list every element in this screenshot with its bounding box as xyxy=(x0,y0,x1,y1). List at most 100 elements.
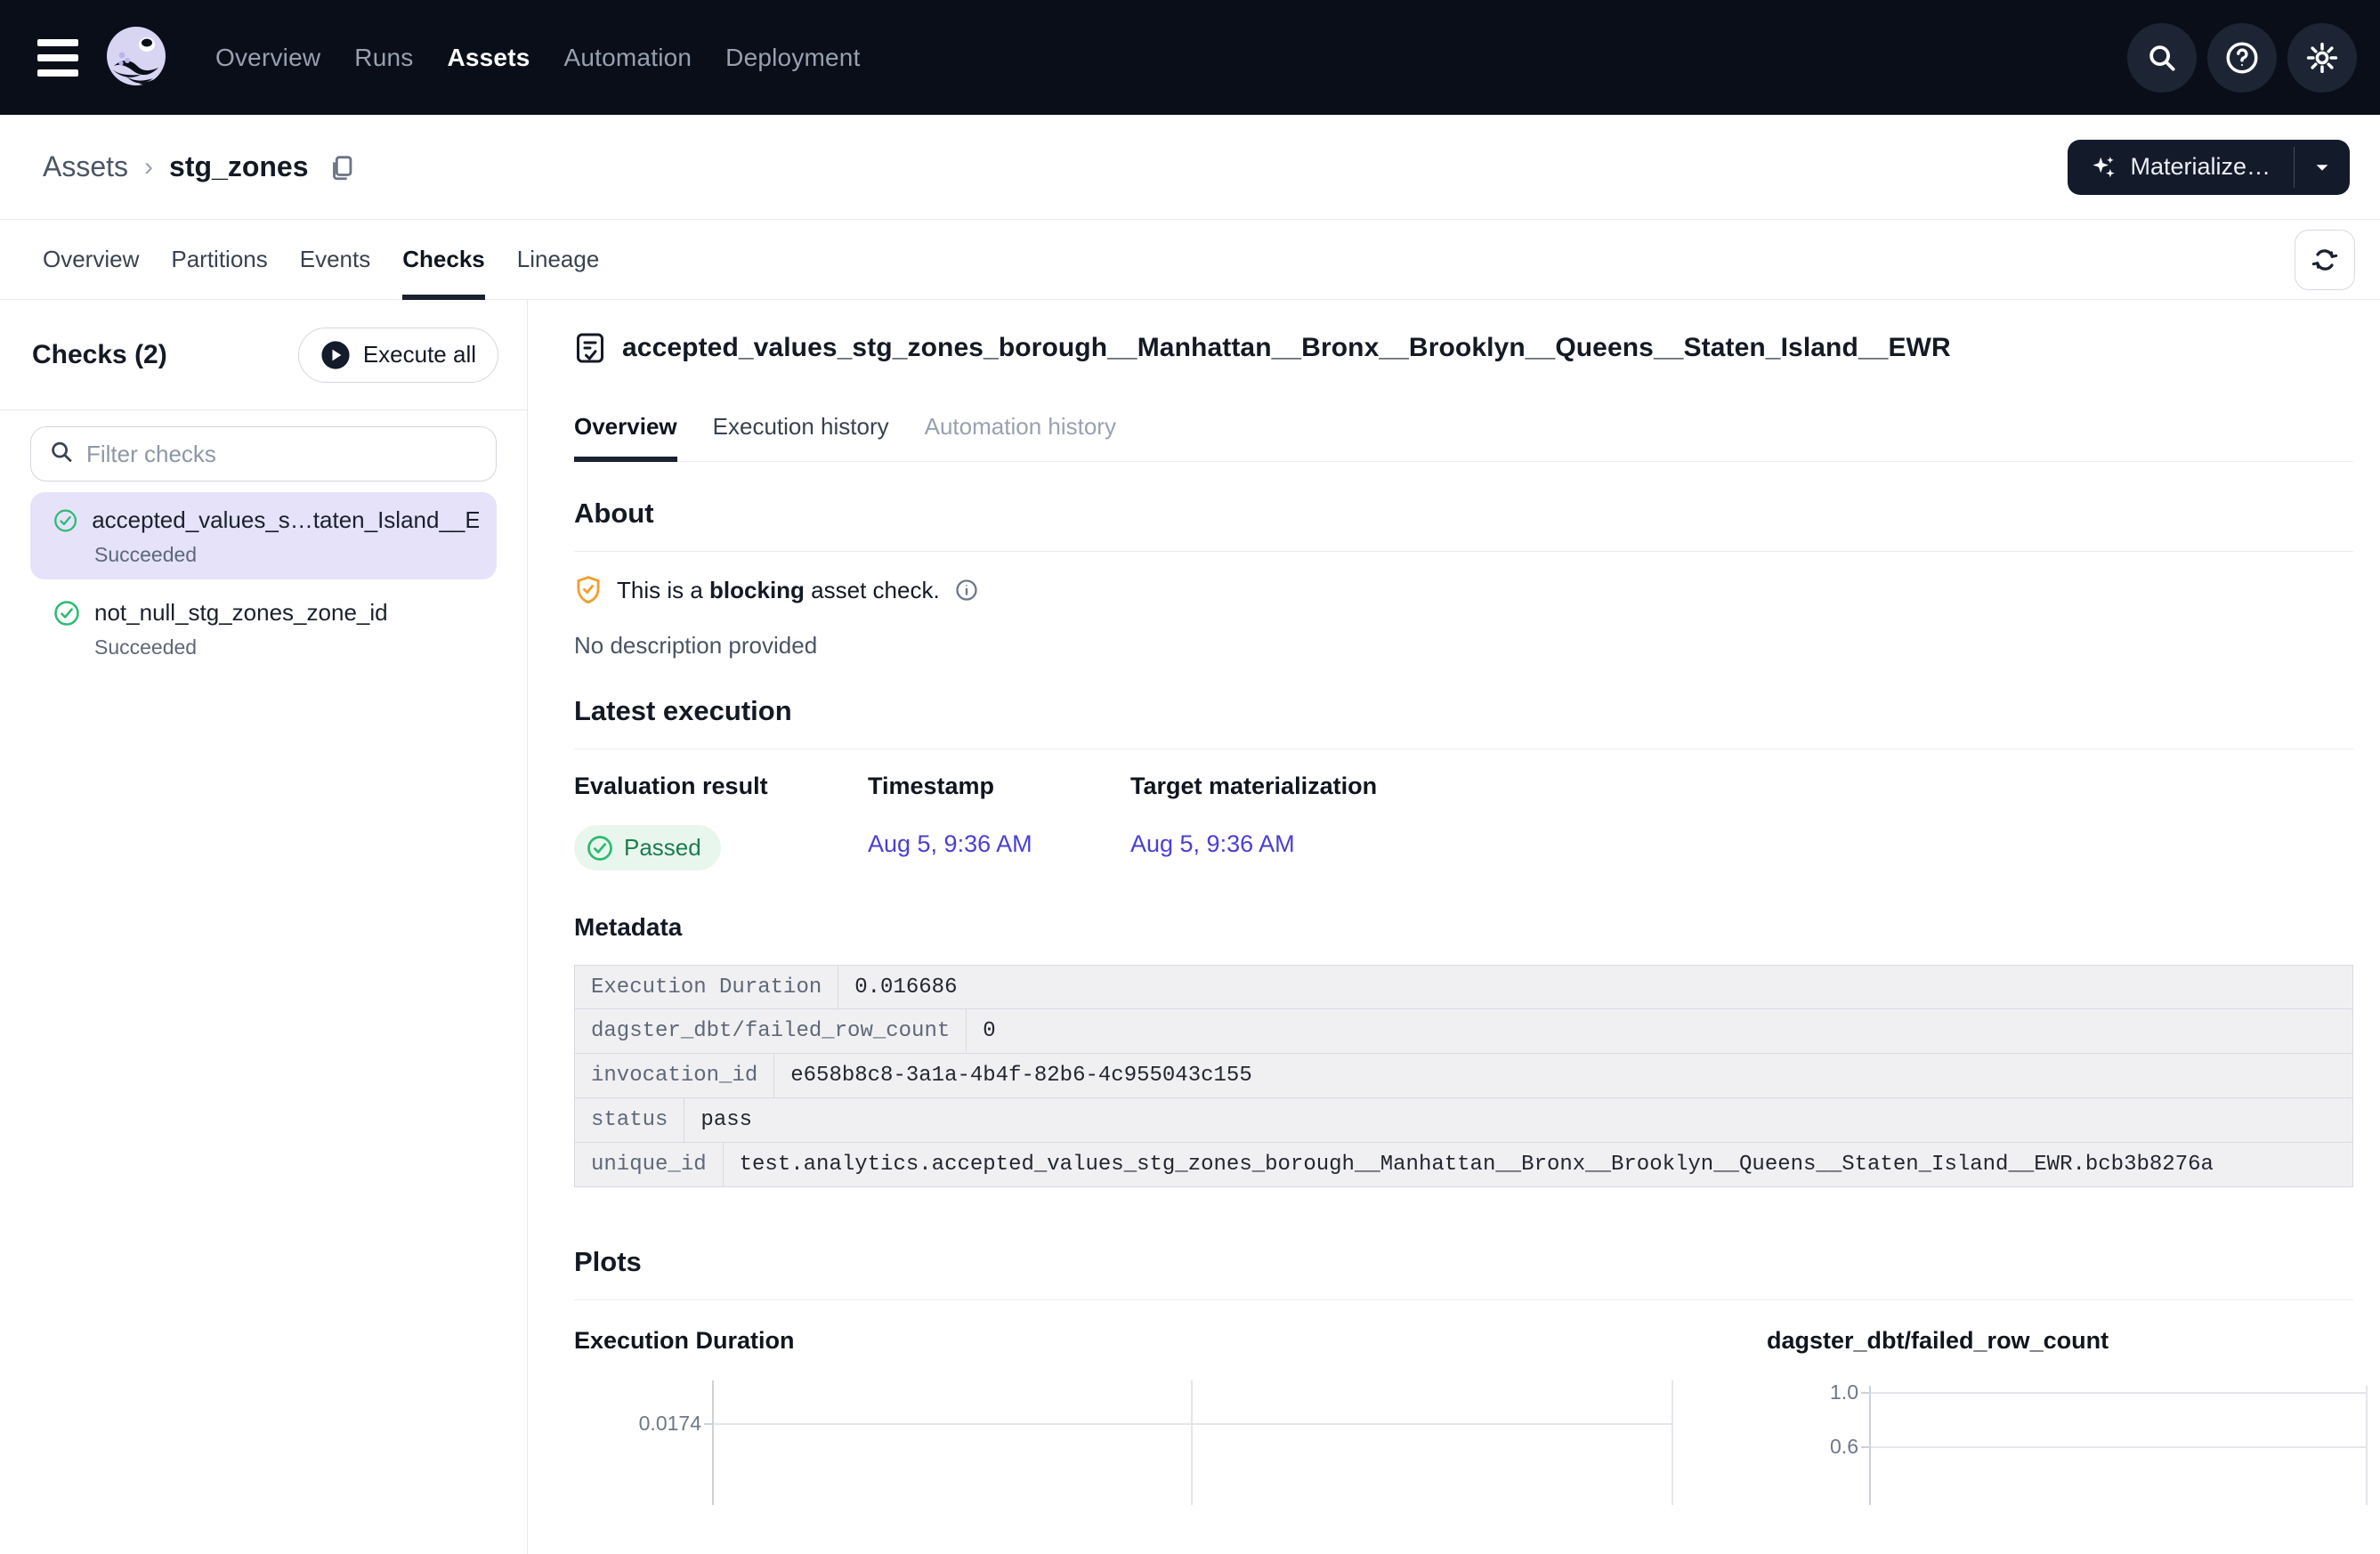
divider xyxy=(574,551,2353,552)
metadata-table: Execution Duration 0.016686 dagster_dbt/… xyxy=(574,965,2353,1187)
top-nav: Overview Runs Assets Automation Deployme… xyxy=(0,0,2380,115)
latest-execution-heading: Latest execution xyxy=(574,695,2353,727)
asset-check-icon xyxy=(574,330,606,366)
breadcrumb-assets-link[interactable]: Assets xyxy=(43,150,128,183)
breadcrumb: Assets › stg_zones xyxy=(43,150,357,183)
primary-nav: Overview Runs Assets Automation Deployme… xyxy=(215,44,861,72)
tab-overview[interactable]: Overview xyxy=(43,220,139,299)
y-tick-label: 0.6 xyxy=(1778,1435,1858,1459)
tab-check-overview[interactable]: Overview xyxy=(574,393,677,461)
gridline xyxy=(1191,1380,1193,1505)
col-evaluation-result: Evaluation result xyxy=(574,773,868,800)
table-row: unique_id test.analytics.accepted_values… xyxy=(574,1143,2353,1187)
check-name: accepted_values_s…taten_Island__EWR xyxy=(92,506,479,534)
check-list-item[interactable]: accepted_values_s…taten_Island__EWR Succ… xyxy=(30,492,497,579)
checks-count-heading: Checks (2) xyxy=(32,340,167,370)
y-tick-label: 0.0174 xyxy=(621,1412,701,1436)
table-row: Execution Duration 0.016686 xyxy=(574,965,2353,1009)
table-row: status pass xyxy=(574,1098,2353,1143)
chart-title-execution-duration: Execution Duration xyxy=(574,1327,795,1355)
play-circle-icon xyxy=(320,340,351,370)
asset-tabs-row: Overview Partitions Events Checks Lineag… xyxy=(0,220,2380,300)
y-tick-mark xyxy=(1861,1392,1870,1394)
materialize-label: Materialize… xyxy=(2130,153,2271,181)
y-tick-mark xyxy=(704,1423,713,1425)
check-status: Succeeded xyxy=(94,635,479,660)
check-detail-title: accepted_values_stg_zones_borough__Manha… xyxy=(622,333,1951,363)
nav-item-runs[interactable]: Runs xyxy=(354,44,413,72)
check-detail-panel: accepted_values_stg_zones_borough__Manha… xyxy=(528,300,2380,1554)
check-circle-icon xyxy=(53,600,80,627)
tab-automation-history[interactable]: Automation history xyxy=(925,393,1116,461)
timestamp-link[interactable]: Aug 5, 9:36 AM xyxy=(868,830,1032,858)
y-tick-label: 1.0 xyxy=(1778,1380,1858,1404)
passed-badge: Passed xyxy=(574,825,721,870)
gridline xyxy=(1871,1446,2366,1448)
tab-events[interactable]: Events xyxy=(300,220,371,299)
gridline xyxy=(714,1423,1672,1425)
metadata-key: unique_id xyxy=(575,1143,724,1186)
col-target-materialization: Target materialization xyxy=(1130,773,1377,800)
about-heading: About xyxy=(574,498,2353,530)
table-row: dagster_dbt/failed_row_count 0 xyxy=(574,1009,2353,1054)
metadata-value: 0.016686 xyxy=(838,966,2352,1008)
plots-area: Execution Duration 0.0174 dagster_dbt/fa… xyxy=(574,1327,2353,1478)
target-materialization-link[interactable]: Aug 5, 9:36 AM xyxy=(1130,830,1295,858)
menu-icon[interactable] xyxy=(37,35,84,81)
help-icon[interactable] xyxy=(2207,23,2277,93)
metadata-value: 0 xyxy=(967,1009,2352,1053)
info-icon[interactable] xyxy=(954,578,979,603)
description-text: No description provided xyxy=(574,632,2353,660)
metadata-key: dagster_dbt/failed_row_count xyxy=(575,1009,967,1053)
chart-title-failed-row-count: dagster_dbt/failed_row_count xyxy=(1767,1327,2109,1355)
gridline xyxy=(1672,1380,1673,1505)
nav-item-deployment[interactable]: Deployment xyxy=(725,44,860,72)
metadata-value: e658b8c8-3a1a-4b4f-82b6-4c955043c155 xyxy=(774,1054,2352,1097)
tab-lineage[interactable]: Lineage xyxy=(517,220,600,299)
gridline xyxy=(2366,1386,2368,1505)
search-icon[interactable] xyxy=(2127,23,2197,93)
copy-icon[interactable] xyxy=(327,152,357,182)
gridline xyxy=(1871,1392,2366,1394)
metadata-key: Execution Duration xyxy=(575,966,838,1008)
check-list: accepted_values_s…taten_Island__EWR Succ… xyxy=(0,492,527,677)
divider xyxy=(574,1299,2353,1300)
nav-item-assets[interactable]: Assets xyxy=(447,44,530,72)
refresh-icon[interactable] xyxy=(2295,230,2355,290)
nav-item-automation[interactable]: Automation xyxy=(564,44,692,72)
tab-checks[interactable]: Checks xyxy=(402,220,485,299)
checks-sidebar: Checks (2) Execute all xyxy=(0,300,528,1554)
check-name: not_null_stg_zones_zone_id xyxy=(94,599,388,627)
table-row: invocation_id e658b8c8-3a1a-4b4f-82b6-4c… xyxy=(574,1054,2353,1098)
materialize-split-button: Materialize… xyxy=(2068,140,2350,195)
sparkle-icon xyxy=(2091,154,2117,181)
materialize-button[interactable]: Materialize… xyxy=(2068,140,2294,195)
tab-partitions[interactable]: Partitions xyxy=(171,220,267,299)
tab-execution-history[interactable]: Execution history xyxy=(713,393,889,461)
y-tick-mark xyxy=(1861,1446,1870,1448)
nav-item-overview[interactable]: Overview xyxy=(215,44,320,72)
page-title: stg_zones xyxy=(169,150,308,183)
chevron-down-icon xyxy=(2312,158,2332,177)
execute-all-button[interactable]: Execute all xyxy=(298,328,498,383)
metadata-key: invocation_id xyxy=(575,1054,774,1097)
chevron-right-icon: › xyxy=(144,152,153,182)
filter-checks-input[interactable] xyxy=(30,426,497,482)
check-status: Succeeded xyxy=(94,543,479,567)
metadata-value: test.analytics.accepted_values_stg_zones… xyxy=(724,1143,2352,1186)
metadata-value: pass xyxy=(684,1098,2352,1142)
check-list-item[interactable]: not_null_stg_zones_zone_id Succeeded xyxy=(30,585,497,672)
y-axis-line xyxy=(1869,1386,1871,1505)
search-icon xyxy=(48,439,75,470)
dagster-logo-icon[interactable] xyxy=(100,21,173,94)
metadata-key: status xyxy=(575,1098,684,1142)
col-timestamp: Timestamp xyxy=(868,773,1130,800)
metadata-heading: Metadata xyxy=(574,913,2353,942)
breadcrumb-row: Assets › stg_zones Materialize… xyxy=(0,115,2380,220)
settings-icon[interactable] xyxy=(2287,23,2357,93)
check-detail-tabs: Overview Execution history Automation hi… xyxy=(574,393,2353,462)
plots-heading: Plots xyxy=(574,1246,2353,1278)
check-circle-icon xyxy=(587,835,613,862)
materialize-dropdown-button[interactable] xyxy=(2295,140,2350,195)
y-axis-line xyxy=(712,1380,714,1505)
